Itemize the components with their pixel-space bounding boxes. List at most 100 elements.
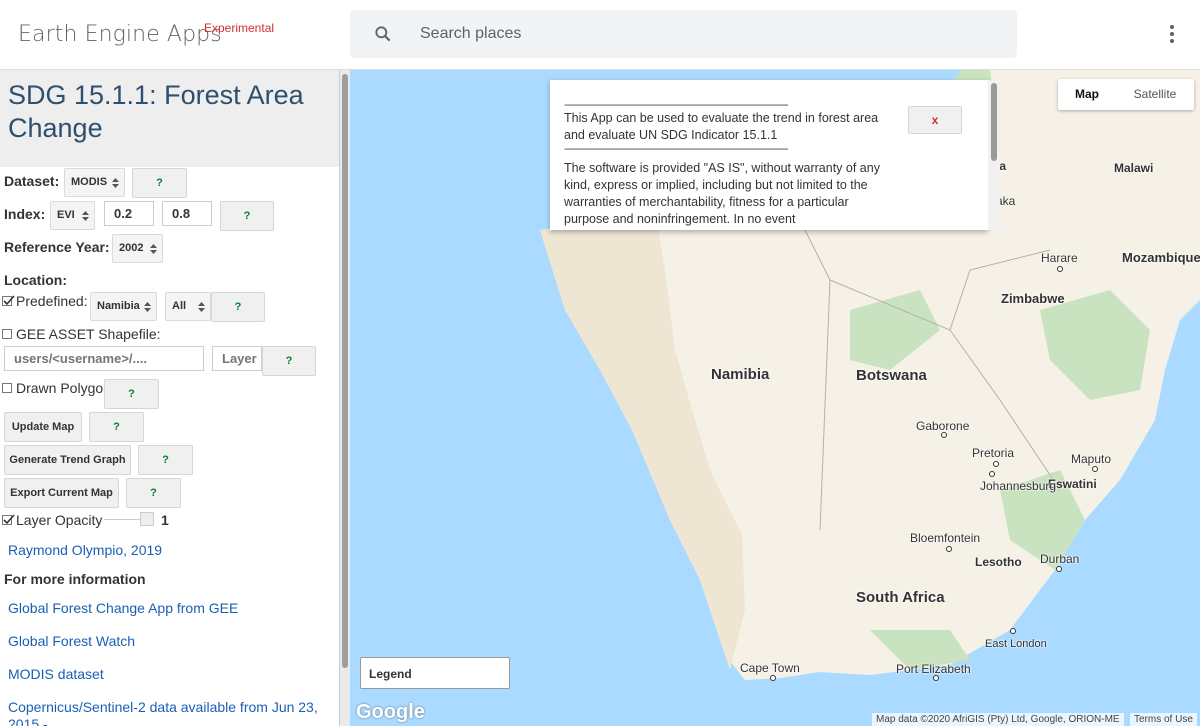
info-scrollbar[interactable] (988, 80, 1000, 230)
panel-header: SDG 15.1.1: Forest Area Change (0, 70, 339, 167)
slider-thumb[interactable] (140, 512, 154, 526)
link-sentinel-2[interactable]: Copernicus/Sentinel-2 data available fro… (8, 699, 328, 726)
update-map-button[interactable]: Update Map (4, 412, 82, 442)
city-label: Port Elizabeth (896, 662, 971, 676)
country-label: Lesotho (975, 555, 1022, 569)
gee-asset-layer-input[interactable] (212, 346, 262, 371)
checkmark-icon (3, 514, 15, 525)
map-type-map-button[interactable]: Map (1058, 79, 1116, 110)
city-label: Maputo (1071, 452, 1112, 466)
google-logo: Google (356, 701, 425, 723)
experimental-tag: Experimental (204, 21, 275, 35)
country-label: South Africa (856, 589, 945, 606)
checkmark-icon (3, 295, 15, 306)
layer-opacity-value: 1 (161, 512, 169, 528)
page-title: SDG 15.1.1: Forest Area Change (8, 80, 304, 143)
link-global-forest-change[interactable]: Global Forest Change App from GEE (8, 600, 238, 616)
map-attribution: Map data ©2020 AfriGIS (Pty) Ltd, Google… (872, 713, 1124, 726)
export-map-button[interactable]: Export Current Map (4, 478, 119, 508)
select-arrow-icon (150, 244, 157, 254)
layer-opacity-label: Layer Opacity (16, 512, 103, 528)
update-map-help-button[interactable]: ? (89, 412, 144, 442)
dataset-select[interactable]: MODIS (64, 168, 125, 197)
city-marker (1010, 628, 1016, 634)
export-map-help-button[interactable]: ? (126, 478, 181, 508)
region-select[interactable]: All (165, 292, 211, 321)
search-icon[interactable] (373, 24, 393, 44)
drawn-polygon-help-button[interactable]: ? (104, 379, 159, 409)
city-label: Johannesburg (980, 479, 1057, 493)
city-label: East London (985, 638, 1047, 650)
index-help-button[interactable]: ? (220, 201, 274, 231)
index-label: Index: (4, 206, 46, 222)
info-text: ----------------------------------------… (564, 100, 894, 228)
layer-opacity-checkbox[interactable] (2, 514, 15, 525)
trend-graph-button[interactable]: Generate Trend Graph (4, 445, 131, 475)
info-line-2: The software is provided "AS IS", withou… (564, 161, 880, 226)
index-value: EVI (57, 209, 75, 221)
predefined-help-button[interactable]: ? (211, 292, 265, 322)
city-label: Pretoria (972, 446, 1015, 460)
legend-panel[interactable]: Legend (360, 657, 510, 689)
author-link[interactable]: Raymond Olympio, 2019 (8, 542, 162, 558)
city-label: Bloemfontein (910, 531, 981, 545)
city-marker (1092, 466, 1098, 472)
info-popup: ----------------------------------------… (550, 80, 988, 230)
city-label: Harare (1041, 251, 1078, 265)
country-label: Namibia (711, 366, 770, 383)
index-high-input[interactable]: 0.8 (162, 201, 212, 226)
predefined-label: Predefined: (16, 293, 88, 309)
link-global-forest-watch[interactable]: Global Forest Watch (8, 633, 135, 649)
city-label: Durban (1040, 552, 1080, 566)
info-line-1: This App can be used to evaluate the tre… (564, 111, 879, 142)
city-label: Gaborone (916, 419, 970, 433)
city-label: Cape Town (740, 661, 800, 675)
gee-asset-path-input[interactable] (4, 346, 204, 371)
map-type-control: Map Satellite (1058, 79, 1194, 110)
select-arrow-icon (198, 302, 205, 312)
city-marker (1057, 266, 1063, 272)
link-modis-dataset[interactable]: MODIS dataset (8, 666, 104, 682)
select-arrow-icon (112, 178, 119, 188)
dataset-help-button[interactable]: ? (132, 168, 187, 198)
map-type-satellite-button[interactable]: Satellite (1122, 79, 1188, 110)
country-label: Zimbabwe (1001, 291, 1065, 306)
city-marker (993, 461, 999, 467)
reference-year-select[interactable]: 2002 (112, 234, 163, 263)
location-label: Location: (4, 272, 67, 288)
info-divider: ----------------------------------------… (564, 144, 789, 154)
gee-asset-checkbox[interactable] (2, 329, 12, 339)
city-marker (933, 675, 939, 681)
city-marker (989, 471, 995, 477)
city-marker (1056, 566, 1062, 572)
panel-scrollbar[interactable] (340, 70, 350, 726)
more-vert-icon[interactable] (1160, 22, 1184, 46)
more-info-heading: For more information (4, 571, 146, 587)
dataset-label: Dataset: (4, 173, 60, 189)
gee-asset-help-button[interactable]: ? (262, 346, 316, 376)
predefined-checkbox[interactable] (2, 295, 15, 306)
panel-scroll-thumb[interactable] (342, 74, 348, 668)
city-marker (941, 432, 947, 438)
country-label: Malawi (1114, 161, 1154, 175)
select-arrow-icon (144, 302, 151, 312)
index-select[interactable]: EVI (50, 201, 95, 230)
close-popup-button[interactable]: x (908, 106, 962, 134)
country-select[interactable]: Namibia (90, 292, 157, 321)
terms-of-use-link[interactable]: Terms of Use (1130, 713, 1197, 726)
region-value: All (172, 300, 187, 312)
city-marker (946, 546, 952, 552)
select-arrow-icon (82, 211, 89, 221)
info-scroll-thumb[interactable] (991, 83, 997, 161)
search-box[interactable] (350, 10, 1017, 58)
trend-graph-help-button[interactable]: ? (138, 445, 193, 475)
drawn-polygon-label: Drawn Polygon (16, 380, 111, 396)
app-brand[interactable]: Earth Engine Apps (18, 22, 222, 47)
gee-asset-label: GEE ASSET Shapefile: (16, 326, 161, 342)
drawn-polygon-checkbox[interactable] (2, 383, 12, 393)
country-label: Mozambique (1122, 250, 1200, 265)
search-input[interactable] (420, 20, 980, 48)
top-bar: Earth Engine Apps Experimental (0, 0, 1200, 70)
index-low-input[interactable]: 0.2 (104, 201, 154, 226)
layer-opacity-slider[interactable] (104, 511, 154, 527)
